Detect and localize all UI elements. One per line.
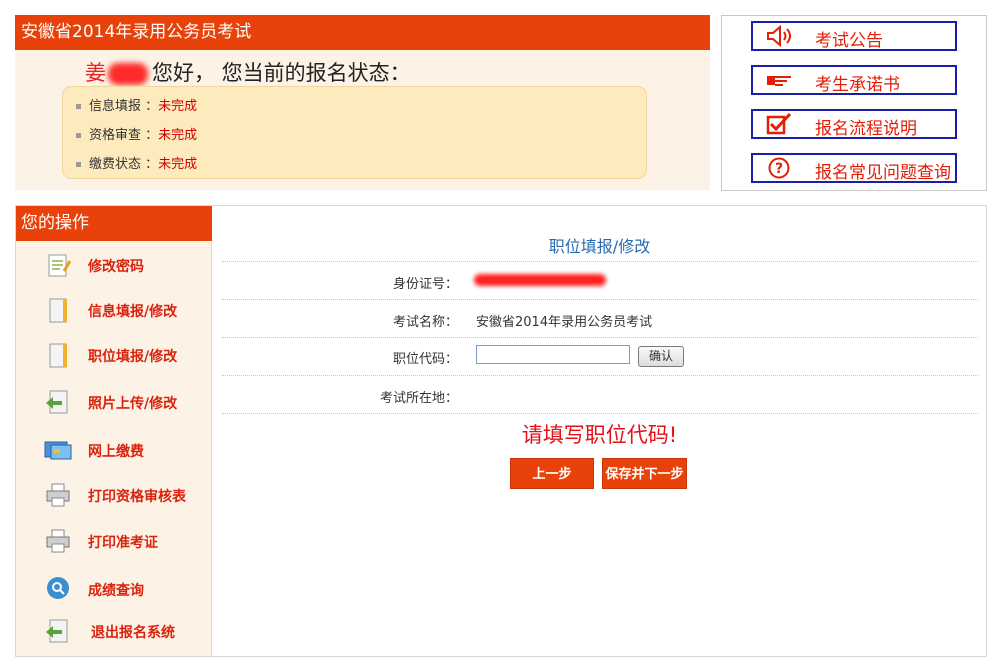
sidebar-item-label: 修改密码 <box>88 259 144 275</box>
sidebar-item-position-fill[interactable]: 职位填报/修改 <box>16 333 212 377</box>
greeting: 姜 您好， 您当前的报名状态： <box>85 57 411 87</box>
sidebar-item-label: 职位填报/修改 <box>88 349 178 365</box>
sidebar-item-label: 网上缴费 <box>88 444 144 460</box>
status-box: 信息填报 ：未完成 资格审查 ：未完成 缴费状态 ：未完成 <box>62 86 647 179</box>
link-label: 报名流程说明 <box>815 119 917 139</box>
status-panel: 安徽省2014年录用公务员考试 姜您好， 您当前的报名状态： 信息填报 ：未完成… <box>15 15 710 190</box>
divider <box>222 413 978 414</box>
sidebar-item-label: 打印资格审核表 <box>88 489 186 505</box>
sidebar-item-label: 打印准考证 <box>88 535 158 551</box>
question-icon: ? <box>768 157 790 179</box>
greeting-text: 您好， 您当前的报名状态： <box>152 61 411 85</box>
position-code-label: 职位代码： <box>392 352 458 367</box>
bullet <box>76 162 81 167</box>
sidebar-item-exit[interactable]: 退出报名系统 <box>16 609 212 653</box>
checkbox-icon <box>766 113 792 135</box>
sidebar-item-label: 成绩查询 <box>88 583 144 599</box>
exam-notice-link[interactable]: 考试公告 <box>751 21 957 51</box>
status-sep: ： <box>141 99 159 114</box>
link-label: 考生承诺书 <box>815 75 900 95</box>
status-item-info: 信息填报 ：未完成 <box>76 95 198 114</box>
sidebar-item-info-fill[interactable]: 信息填报/修改 <box>16 288 212 332</box>
sidebar-item-score-query[interactable]: 成绩查询 <box>16 567 212 611</box>
document-icon <box>49 343 67 368</box>
redacted-name <box>108 63 148 85</box>
sidebar-item-label: 信息填报/修改 <box>88 304 178 320</box>
payment-card-icon <box>44 441 72 460</box>
status-label: 资格审查 <box>89 128 142 143</box>
sidebar-item-print-admission[interactable]: 打印准考证 <box>16 519 212 563</box>
sidebar: 您的操作 修改密码 信息填报/修改 职位填报/修改 照片上传/修改 网上缴费 打… <box>15 205 212 657</box>
speaker-icon <box>767 25 791 47</box>
id-number-label: 身份证号： <box>392 277 458 292</box>
status-sep: ： <box>141 128 159 143</box>
sidebar-header: 您的操作 <box>16 206 212 241</box>
pointing-hand-icon <box>767 76 791 86</box>
status-sep: ： <box>141 157 159 172</box>
confirm-button[interactable]: 确认 <box>638 346 684 367</box>
status-value: 未完成 <box>158 99 198 114</box>
faq-link[interactable]: ? 报名常见问题查询 <box>751 153 957 183</box>
commitment-link[interactable]: 考生承诺书 <box>751 65 957 95</box>
user-name: 姜 <box>85 61 106 85</box>
bullet <box>76 133 81 138</box>
quick-links-panel: 考试公告 考生承诺书 报名流程说明 ? 报名常见问题查询 <box>721 15 987 191</box>
printer-icon <box>46 483 70 507</box>
exit-icon <box>46 619 68 643</box>
divider <box>222 375 978 376</box>
error-message: 请填写职位代码! <box>521 423 678 447</box>
exam-name-label: 考试名称： <box>392 315 458 330</box>
sidebar-item-label: 照片上传/修改 <box>88 396 178 412</box>
printer-icon <box>46 529 70 553</box>
divider <box>222 299 978 300</box>
divider <box>222 261 978 262</box>
status-label: 信息填报 <box>89 99 142 114</box>
status-header: 安徽省2014年录用公务员考试 <box>15 15 710 50</box>
sidebar-item-print-review[interactable]: 打印资格审核表 <box>16 473 212 517</box>
status-label: 缴费状态 <box>89 157 142 172</box>
link-label: 考试公告 <box>815 31 883 51</box>
exam-location-label: 考试所在地： <box>379 391 458 406</box>
sidebar-item-change-password[interactable]: 修改密码 <box>16 243 212 287</box>
upload-icon <box>46 390 68 414</box>
page-title: 职位填报/修改 <box>548 237 651 256</box>
svg-text:?: ? <box>775 161 783 177</box>
search-icon <box>47 577 69 599</box>
status-item-payment: 缴费状态 ：未完成 <box>76 153 198 172</box>
status-item-qualification: 资格审查 ：未完成 <box>76 124 198 143</box>
position-code-input[interactable] <box>476 345 630 364</box>
previous-step-button[interactable]: 上一步 <box>510 458 594 489</box>
redacted-id-number <box>474 274 606 286</box>
process-guide-link[interactable]: 报名流程说明 <box>751 109 957 139</box>
sidebar-item-label: 退出报名系统 <box>91 625 175 641</box>
divider <box>222 337 978 338</box>
document-icon <box>49 298 67 323</box>
sidebar-item-photo-upload[interactable]: 照片上传/修改 <box>16 380 212 424</box>
bullet <box>76 104 81 109</box>
status-value: 未完成 <box>158 157 198 172</box>
sidebar-item-online-payment[interactable]: 网上缴费 <box>16 428 212 472</box>
exam-name-value: 安徽省2014年录用公务员考试 <box>476 315 653 330</box>
main-panel: 职位填报/修改 身份证号： 考试名称： 安徽省2014年录用公务员考试 职位代码… <box>212 205 987 657</box>
link-label: 报名常见问题查询 <box>815 163 951 183</box>
edit-note-icon <box>48 254 72 277</box>
status-value: 未完成 <box>158 128 198 143</box>
save-next-button[interactable]: 保存并下一步 <box>602 458 687 489</box>
